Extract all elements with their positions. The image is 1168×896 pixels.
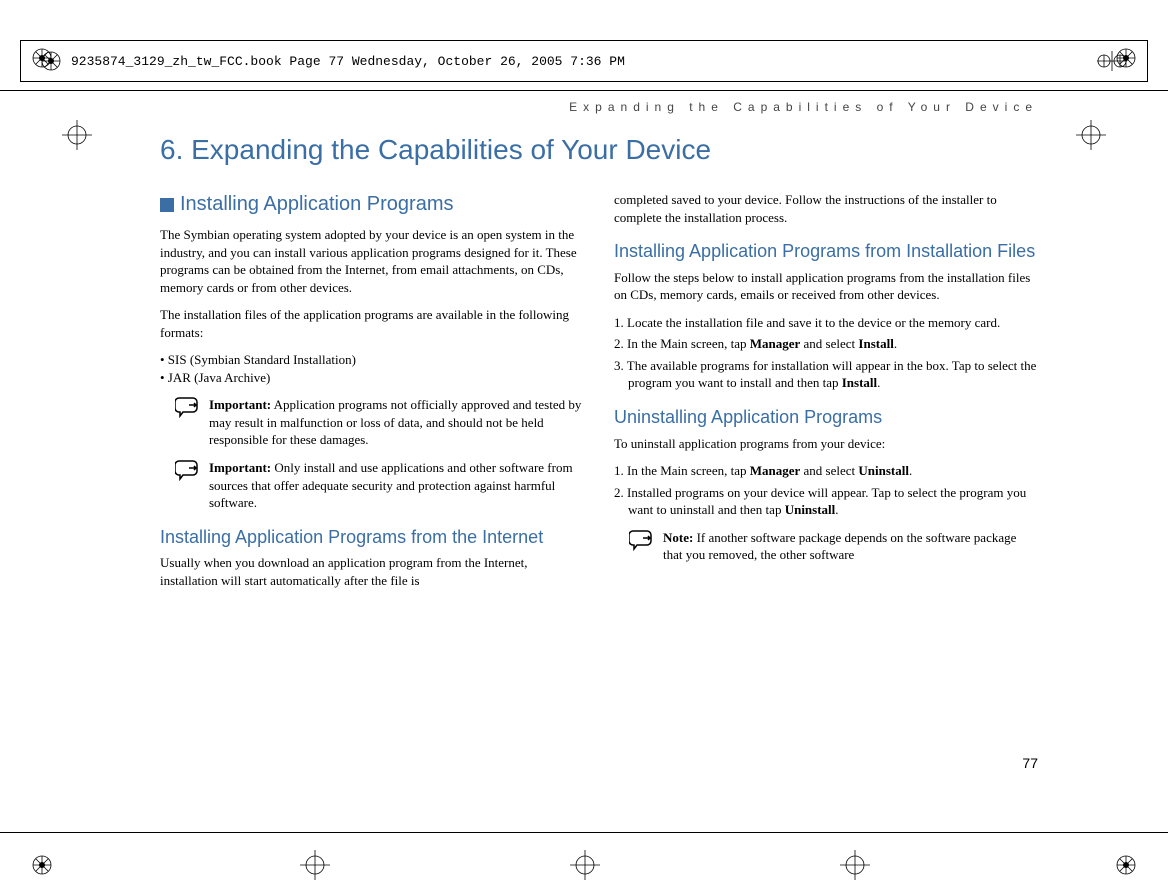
important-icon [175, 459, 201, 481]
body-text: completed saved to your device. Follow t… [614, 191, 1038, 226]
column-left: Installing Application Programs The Symb… [160, 191, 584, 599]
step-item: 2. Installed programs on your device wil… [614, 484, 1038, 519]
section-bullet-icon [160, 198, 174, 212]
chapter-title: 6. Expanding the Capabilities of Your De… [160, 134, 1038, 166]
note-icon [629, 529, 655, 551]
horizontal-rule [0, 90, 1168, 91]
registration-mark-icon [1116, 855, 1136, 880]
subsection-heading: Installing Application Programs from Ins… [614, 241, 1038, 263]
framemaker-header: 9235874_3129_zh_tw_FCC.book Page 77 Wedn… [20, 40, 1148, 82]
step-item: 2. In the Main screen, tap Manager and s… [614, 335, 1038, 353]
note-text: Important: Only install and use applicat… [209, 459, 584, 512]
heading-text: Installing Application Programs [180, 191, 453, 218]
note-block: Note: If another software package depend… [614, 529, 1038, 564]
book-mark-icon [41, 51, 61, 71]
registration-mark-icon [32, 855, 52, 880]
header-filemark: 9235874_3129_zh_tw_FCC.book Page 77 Wedn… [71, 54, 625, 69]
subsection-heading: Uninstalling Application Programs [614, 407, 1038, 429]
important-note: Important: Application programs not offi… [160, 396, 584, 449]
crop-mark-icon [570, 850, 600, 885]
horizontal-rule [0, 832, 1168, 833]
note-text: Important: Application programs not offi… [209, 396, 584, 449]
list-item: • JAR (Java Archive) [160, 369, 584, 387]
page-number: 77 [1022, 755, 1038, 771]
crop-mark-icon [1076, 120, 1106, 155]
crop-mark-icon [840, 850, 870, 885]
column-right: completed saved to your device. Follow t… [614, 191, 1038, 599]
running-head: Expanding the Capabilities of Your Devic… [160, 100, 1038, 114]
crop-mark-icon [300, 850, 330, 885]
step-item: 3. The available programs for installati… [614, 357, 1038, 392]
body-text: Follow the steps below to install applic… [614, 269, 1038, 304]
body-text: The installation files of the applicatio… [160, 306, 584, 341]
body-text: To uninstall application programs from y… [614, 435, 1038, 453]
important-icon [175, 396, 201, 418]
note-text: Note: If another software package depend… [663, 529, 1038, 564]
body-text: The Symbian operating system adopted by … [160, 226, 584, 296]
step-item: 1. In the Main screen, tap Manager and s… [614, 462, 1038, 480]
subsection-heading: Installing Application Programs from the… [160, 527, 584, 549]
spread-mark-icon [1097, 51, 1127, 71]
body-text: Usually when you download an application… [160, 554, 584, 589]
section-heading: Installing Application Programs [160, 191, 584, 218]
step-item: 1. Locate the installation file and save… [614, 314, 1038, 332]
crop-mark-icon [62, 120, 92, 155]
important-note: Important: Only install and use applicat… [160, 459, 584, 512]
list-item: • SIS (Symbian Standard Installation) [160, 351, 584, 369]
